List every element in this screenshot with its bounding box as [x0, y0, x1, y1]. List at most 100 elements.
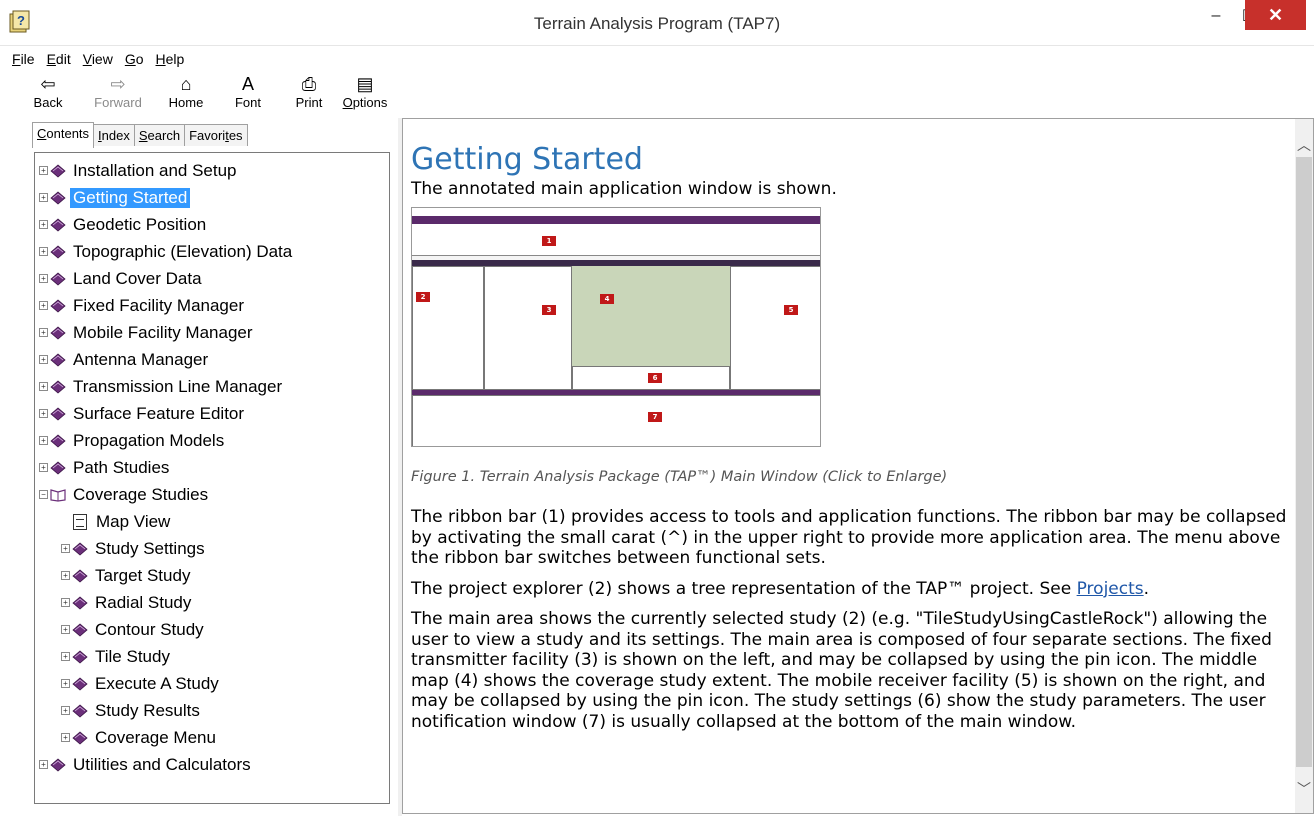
paragraph-text: The project explorer (2) shows a tree re… [411, 578, 1077, 599]
expand-icon[interactable]: + [39, 301, 48, 310]
home-button[interactable]: ⌂ Home [156, 73, 216, 111]
expand-icon[interactable]: + [61, 544, 70, 553]
tree-item[interactable]: Map View [35, 508, 389, 535]
collapse-icon[interactable]: − [39, 490, 48, 499]
back-label: Back [33, 95, 63, 110]
expand-icon[interactable]: + [39, 436, 48, 445]
menu-help[interactable]: Help [150, 48, 191, 72]
expand-icon[interactable]: + [39, 274, 48, 283]
expand-icon[interactable]: + [61, 733, 70, 742]
book-icon [50, 433, 66, 448]
tree-item[interactable]: + Fixed Facility Manager [35, 292, 389, 319]
tree-item[interactable]: + Path Studies [35, 454, 389, 481]
tree-item[interactable]: + Execute A Study [35, 670, 389, 697]
tree-item-label: Utilities and Calculators [73, 754, 251, 774]
expand-icon[interactable]: + [39, 463, 48, 472]
tree-item[interactable]: + Getting Started [35, 184, 389, 211]
tree-item[interactable]: + Contour Study [35, 616, 389, 643]
tree-item[interactable]: + Study Results [35, 697, 389, 724]
book-icon [72, 676, 88, 691]
expand-icon[interactable]: + [39, 382, 48, 391]
options-icon: ▤ [356, 73, 374, 94]
tab-search[interactable]: Search [133, 124, 186, 146]
tree-item[interactable]: + Geodetic Position [35, 211, 389, 238]
expand-icon[interactable]: + [61, 625, 70, 634]
main-window-figure[interactable]: 1 2 3 4 5 6 7 [411, 207, 821, 447]
tree-item[interactable]: + Antenna Manager [35, 346, 389, 373]
tree-item-label: Geodetic Position [73, 214, 207, 234]
tree-item-label: Fixed Facility Manager [73, 295, 245, 315]
tree-item[interactable]: + Radial Study [35, 589, 389, 616]
expand-icon[interactable]: + [39, 409, 48, 418]
print-label: Print [295, 95, 323, 110]
expand-icon[interactable]: + [61, 598, 70, 607]
expand-icon[interactable]: + [39, 760, 48, 769]
expand-icon[interactable]: + [39, 166, 48, 175]
vertical-scrollbar[interactable]: ︿ ﹀ [1295, 119, 1313, 813]
expand-icon[interactable]: + [61, 571, 70, 580]
topic-pane: Getting Started The annotated main appli… [402, 118, 1314, 814]
home-label: Home [168, 95, 204, 110]
tree-item-label: Getting Started [70, 187, 191, 208]
tree-item[interactable]: + Tile Study [35, 643, 389, 670]
figure-badge: 6 [648, 373, 662, 383]
tree-item[interactable]: + Study Settings [35, 535, 389, 562]
figure-map [572, 266, 730, 366]
tree-item[interactable]: + Installation and Setup [35, 157, 389, 184]
tab-index[interactable]: Index [93, 124, 135, 146]
expand-icon[interactable]: + [39, 220, 48, 229]
figure-notification-window [412, 395, 820, 446]
expand-icon[interactable]: + [39, 355, 48, 364]
scrollbar-thumb[interactable] [1296, 157, 1312, 767]
tree-item[interactable]: + Mobile Facility Manager [35, 319, 389, 346]
options-button[interactable]: ▤ Options [335, 73, 395, 111]
expand-icon[interactable]: + [39, 247, 48, 256]
window-title: Terrain Analysis Program (TAP7) [533, 14, 781, 33]
tree-item[interactable]: + Surface Feature Editor [35, 400, 389, 427]
tree-item[interactable]: − Coverage Studies [35, 481, 389, 508]
tree-item[interactable]: + Land Cover Data [35, 265, 389, 292]
tree-item-label: Map View [96, 511, 171, 531]
book-icon [72, 568, 88, 583]
tree-item-label: Study Settings [95, 538, 205, 558]
back-button[interactable]: ⇦ Back [18, 73, 78, 111]
book-icon [72, 703, 88, 718]
book-icon [50, 352, 66, 367]
menu-edit[interactable]: Edit [41, 48, 77, 72]
tree-item-label: Surface Feature Editor [73, 403, 245, 423]
expand-icon[interactable]: + [61, 679, 70, 688]
expand-icon[interactable]: + [61, 706, 70, 715]
projects-link[interactable]: Projects [1077, 579, 1144, 599]
figure-caption: Figure 1. Terrain Analysis Package (TAP™… [411, 469, 948, 485]
forward-button[interactable]: ⇨ Forward [88, 73, 148, 111]
tab-favorites[interactable]: Favorites [184, 124, 248, 146]
expand-icon[interactable]: + [39, 328, 48, 337]
tree-item-label: Coverage Menu [95, 727, 216, 747]
tree-item[interactable]: + Target Study [35, 562, 389, 589]
tree-item-label: Mobile Facility Manager [73, 322, 253, 342]
topic-content: Getting Started The annotated main appli… [411, 143, 1291, 732]
close-button[interactable]: ✕ [1245, 0, 1306, 30]
intro-text: The annotated main application window is… [411, 179, 837, 199]
tree-item[interactable]: + Topographic (Elevation) Data [35, 238, 389, 265]
menu-go[interactable]: Go [119, 48, 150, 72]
font-button[interactable]: A Font [218, 73, 278, 111]
menu-view[interactable]: View [77, 48, 119, 72]
figure-mobile-facility [730, 266, 820, 390]
menu-file[interactable]: File [6, 48, 41, 72]
expand-icon[interactable]: + [39, 193, 48, 202]
expand-icon[interactable]: + [61, 652, 70, 661]
tree-item[interactable]: + Propagation Models [35, 427, 389, 454]
figure-badge: 5 [784, 305, 798, 315]
book-icon [50, 406, 66, 421]
tree-item[interactable]: + Utilities and Calculators [35, 751, 389, 778]
tree-item-label: Antenna Manager [73, 349, 209, 369]
tree-item-label: Installation and Setup [73, 160, 237, 180]
scroll-down-icon[interactable]: ﹀ [1297, 779, 1311, 799]
print-button[interactable]: ⎙ Print [279, 73, 339, 111]
navigation-pane: Contents Index Search Favorites + Install… [26, 118, 396, 816]
tree-item[interactable]: + Transmission Line Manager [35, 373, 389, 400]
tab-contents[interactable]: Contents [32, 122, 95, 148]
scroll-up-icon[interactable]: ︿ [1297, 135, 1311, 155]
tree-item[interactable]: + Coverage Menu [35, 724, 389, 751]
